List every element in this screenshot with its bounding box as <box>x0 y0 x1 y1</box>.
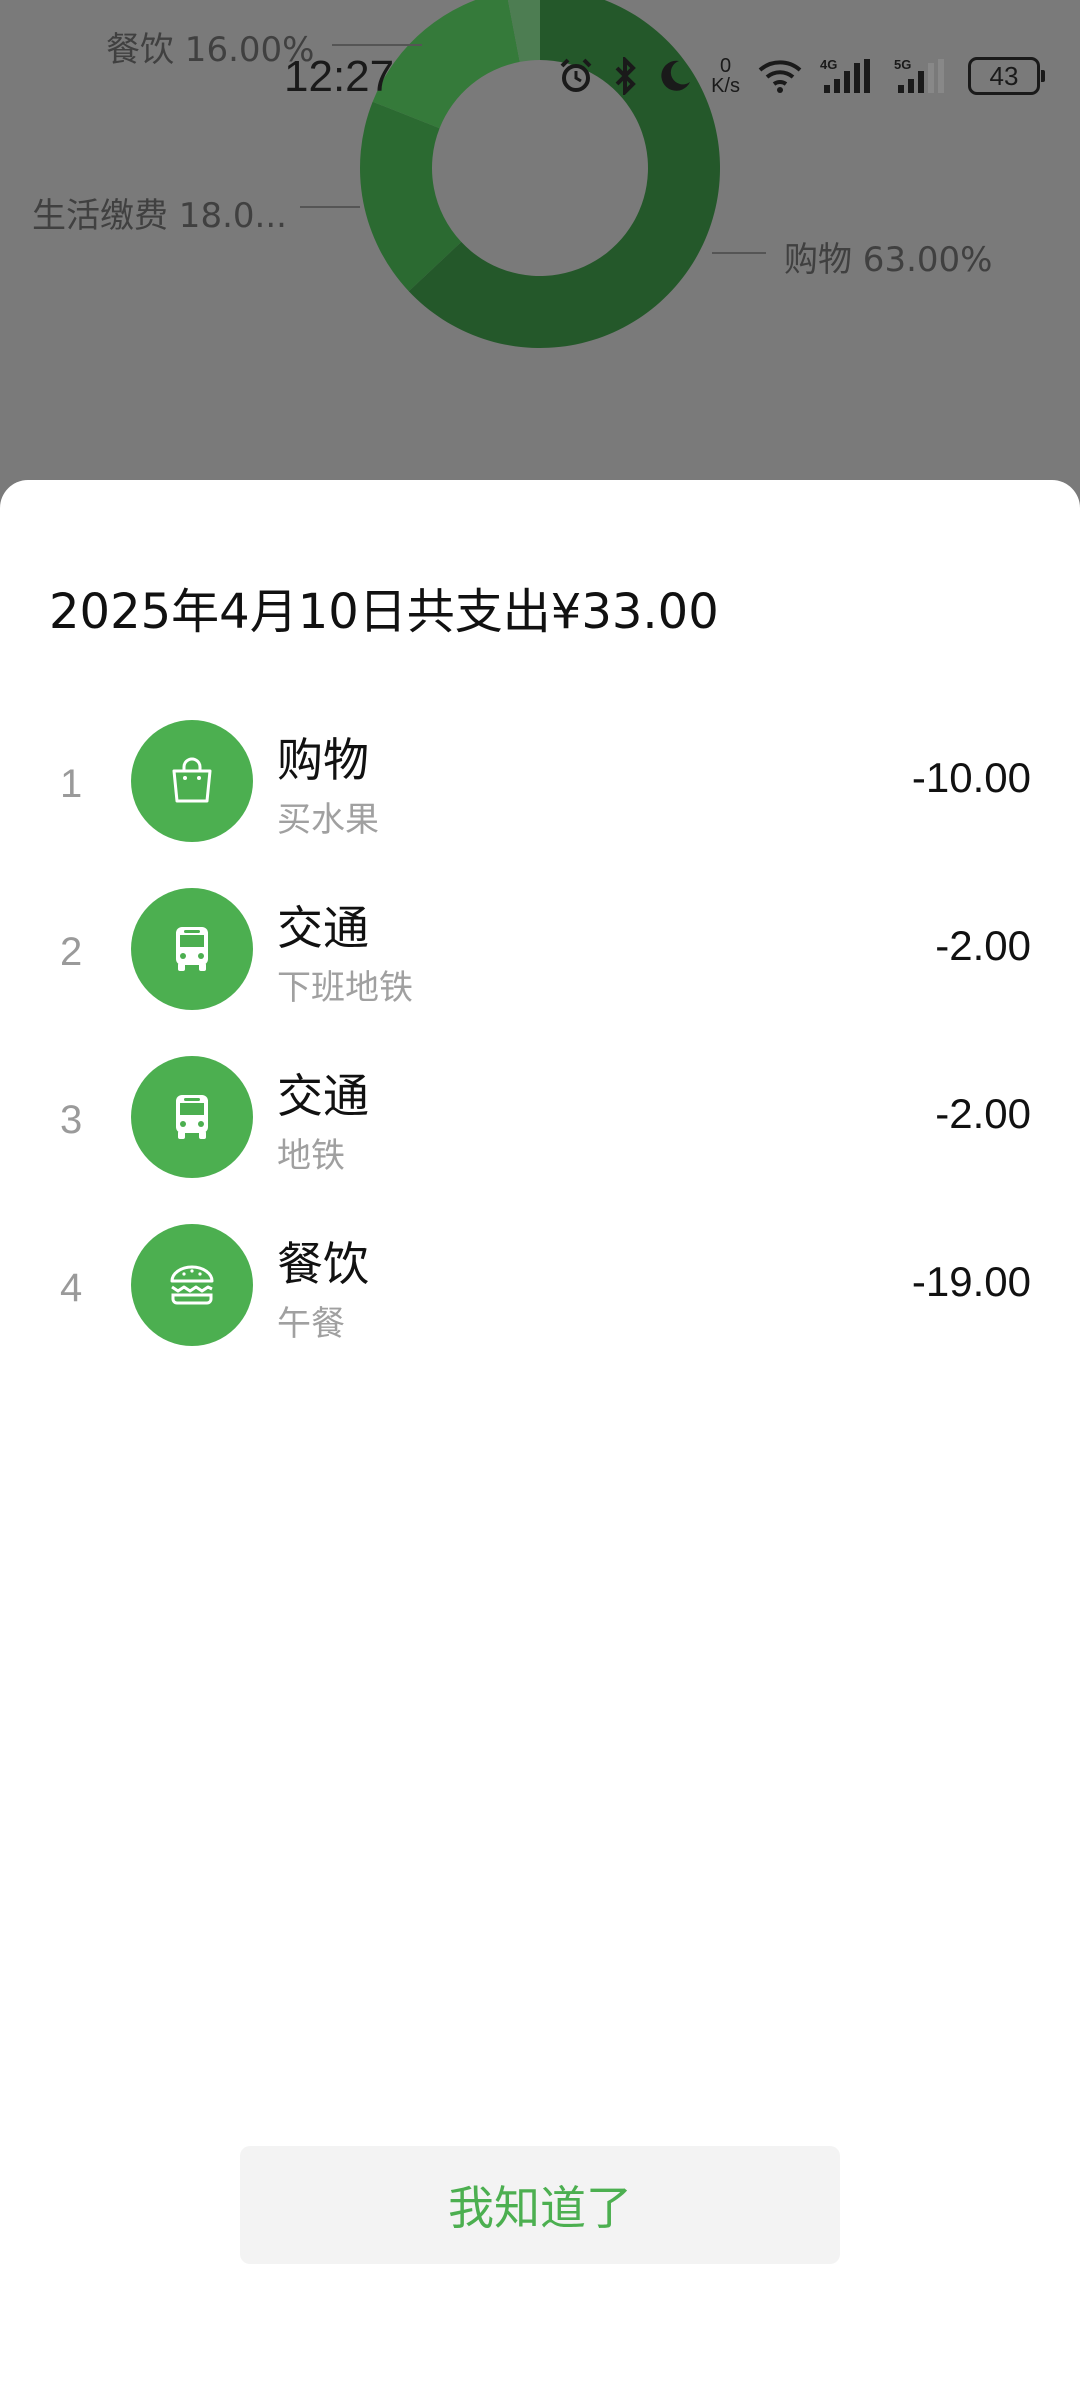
row-amount: -2.00 <box>935 922 1031 969</box>
net-speed-value: 0 <box>719 55 732 77</box>
battery-indicator: 43 <box>968 57 1045 95</box>
row-category: 交通 <box>277 1069 369 1123</box>
expense-row[interactable]: 3 交通 地铁 -2.00 <box>0 1056 1080 1224</box>
net-speed-unit: K/s <box>711 75 740 97</box>
expense-row[interactable]: 4 餐饮 午餐 -19.00 <box>0 1224 1080 1392</box>
row-note: 地铁 <box>277 1136 345 1176</box>
row-note: 午餐 <box>277 1304 345 1344</box>
signal-4g-label: 4G <box>820 57 837 72</box>
bus-icon <box>131 1056 253 1178</box>
alarm-icon <box>557 57 595 95</box>
bus-icon <box>131 888 253 1010</box>
sheet-title: 2025年4月10日共支出¥33.00 <box>49 584 719 640</box>
legend-label-utilities: 生活缴费 18.0... <box>32 196 287 236</box>
shopping-bag-icon <box>131 720 253 842</box>
status-icons: 0 K/s 4G 5G 43 <box>557 56 1045 96</box>
daily-expense-sheet: 2025年4月10日共支出¥33.00 1 购物 买水果 -10.00 2 交通… <box>0 480 1080 2400</box>
row-category: 餐饮 <box>277 1237 369 1291</box>
confirm-button[interactable]: 我知道了 <box>240 2146 840 2264</box>
moon-icon <box>657 58 693 94</box>
row-note: 买水果 <box>277 800 379 840</box>
signal-5g-label: 5G <box>894 57 911 72</box>
expense-list: 1 购物 买水果 -10.00 2 交通 下班地铁 -2.00 3 交通 地铁 … <box>0 720 1080 1392</box>
status-time: 12:27 <box>284 52 395 101</box>
expense-row[interactable]: 2 交通 下班地铁 -2.00 <box>0 888 1080 1056</box>
wifi-icon <box>758 58 802 94</box>
signal-5g-icon: 5G <box>894 57 950 95</box>
legend-line-utilities <box>300 206 360 208</box>
row-note: 下班地铁 <box>277 968 413 1008</box>
row-index: 2 <box>60 930 83 974</box>
row-amount: -19.00 <box>911 1258 1031 1305</box>
bluetooth-icon <box>613 57 639 95</box>
status-bar: 12:27 0 K/s 4G 5G 43 <box>0 40 1080 120</box>
row-index: 4 <box>60 1266 83 1310</box>
burger-icon <box>131 1224 253 1346</box>
row-index: 3 <box>60 1098 83 1142</box>
legend-line-shopping <box>712 252 766 254</box>
row-amount: -2.00 <box>935 1090 1031 1137</box>
row-index: 1 <box>60 762 83 806</box>
expense-row[interactable]: 1 购物 买水果 -10.00 <box>0 720 1080 888</box>
net-speed: 0 K/s <box>711 56 740 96</box>
signal-4g-icon: 4G <box>820 57 876 95</box>
row-category: 交通 <box>277 901 369 955</box>
row-amount: -10.00 <box>911 754 1031 801</box>
legend-label-shopping: 购物 63.00% <box>784 240 993 280</box>
row-category: 购物 <box>277 733 369 787</box>
